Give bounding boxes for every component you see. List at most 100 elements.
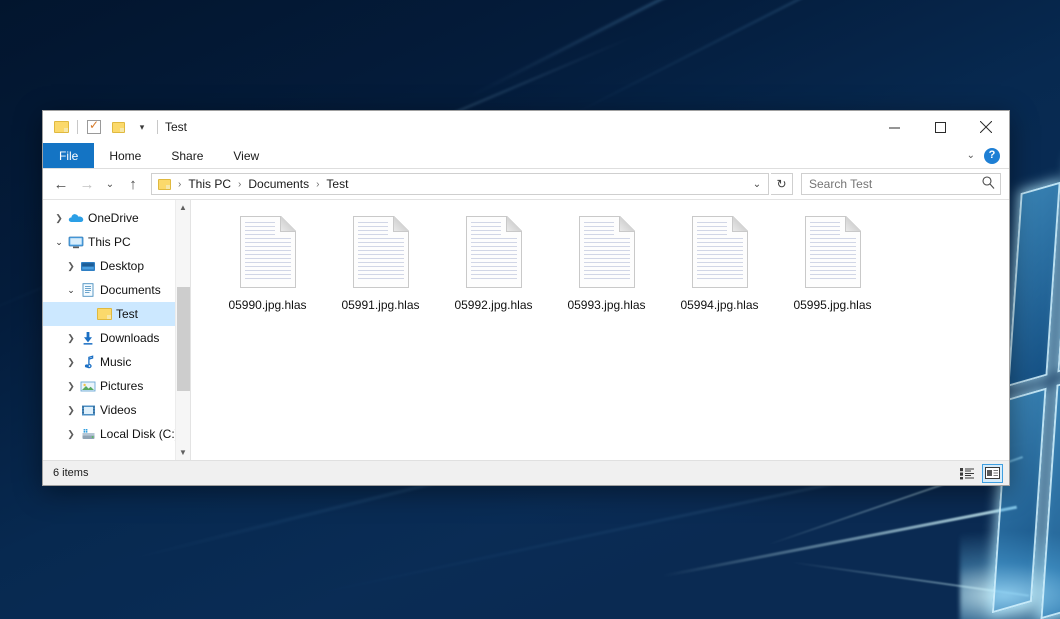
tab-home[interactable]: Home (94, 143, 156, 168)
file-explorer-window: ▾ Test File Home Share View (42, 110, 1010, 486)
chevron-down-icon[interactable]: ⌄ (63, 285, 79, 296)
file-item[interactable]: 05993.jpg.hlas (550, 214, 663, 312)
scroll-up-arrow-icon[interactable]: ▲ (176, 200, 191, 215)
sidebar-item-desktop[interactable]: ❯ Desktop (43, 254, 190, 278)
sidebar-item-label: Pictures (100, 379, 143, 393)
forward-button[interactable]: → (75, 172, 99, 196)
generic-document-icon (805, 216, 861, 288)
chevron-right-icon[interactable]: ❯ (63, 381, 79, 392)
chevron-right-icon[interactable]: ❯ (63, 261, 79, 272)
pictures-icon (79, 380, 97, 393)
help-icon[interactable]: ? (984, 148, 1000, 164)
file-item[interactable]: 05995.jpg.hlas (776, 214, 889, 312)
file-item[interactable]: 05991.jpg.hlas (324, 214, 437, 312)
breadcrumb-test[interactable]: Test (323, 177, 351, 191)
drive-icon (79, 428, 97, 441)
file-item[interactable]: 05992.jpg.hlas (437, 214, 550, 312)
chevron-down-icon[interactable]: ▾ (132, 117, 152, 137)
divider (157, 120, 158, 134)
search-box[interactable] (801, 173, 1001, 195)
new-folder-icon[interactable] (108, 117, 128, 137)
sidebar-item-documents[interactable]: ⌄ Documents (43, 278, 190, 302)
sidebar-item-test[interactable]: Test (43, 302, 190, 326)
quick-access-toolbar: ▾ (43, 111, 152, 143)
scrollbar-thumb[interactable] (177, 287, 190, 391)
music-icon (79, 355, 97, 369)
navigation-pane-scrollbar[interactable]: ▲ ▼ (175, 200, 190, 460)
file-item[interactable]: 05994.jpg.hlas (663, 214, 776, 312)
view-mode-buttons (957, 464, 1003, 483)
chevron-down-icon[interactable]: ⌄ (51, 237, 67, 248)
window-controls (871, 111, 1009, 143)
chevron-right-icon[interactable]: ❯ (51, 213, 67, 224)
sidebar-item-onedrive[interactable]: ❯ OneDrive (43, 206, 190, 230)
file-grid: 05990.jpg.hlas 05991.jpg.hlas 05992.jpg.… (211, 214, 1009, 312)
tab-file[interactable]: File (43, 143, 94, 168)
sidebar-item-label: Test (116, 307, 138, 321)
folder-icon (95, 308, 113, 320)
desktop-icon (79, 260, 97, 273)
recent-locations-button[interactable]: ⌄ (101, 172, 119, 196)
chevron-right-icon[interactable]: ❯ (63, 333, 79, 344)
properties-icon[interactable] (84, 117, 104, 137)
chevron-down-icon[interactable]: ⌄ (748, 179, 766, 190)
sidebar-item-label: OneDrive (88, 211, 139, 225)
chevron-right-icon[interactable]: ❯ (63, 357, 79, 368)
minimize-button[interactable] (871, 111, 917, 143)
videos-icon (79, 404, 97, 417)
breadcrumb-this-pc[interactable]: This PC (185, 177, 234, 191)
divider (77, 120, 78, 134)
sidebar-item-label: Local Disk (C:) (100, 427, 179, 441)
sidebar-item-this-pc[interactable]: ⌄ This PC (43, 230, 190, 254)
generic-document-icon (466, 216, 522, 288)
file-item[interactable]: 05990.jpg.hlas (211, 214, 324, 312)
sidebar-item-label: Music (100, 355, 131, 369)
scroll-down-arrow-icon[interactable]: ▼ (176, 445, 191, 460)
generic-document-icon (692, 216, 748, 288)
download-icon (79, 331, 97, 345)
file-list-view[interactable]: 05990.jpg.hlas 05991.jpg.hlas 05992.jpg.… (191, 200, 1009, 460)
close-button[interactable] (963, 111, 1009, 143)
scrollbar-track[interactable] (176, 215, 191, 445)
generic-document-icon (240, 216, 296, 288)
back-button[interactable]: ← (49, 172, 73, 196)
generic-document-icon (353, 216, 409, 288)
file-name: 05995.jpg.hlas (793, 298, 871, 312)
file-name: 05992.jpg.hlas (454, 298, 532, 312)
sidebar-item-label: Documents (100, 283, 161, 297)
sidebar-item-local-disk-c[interactable]: ❯ Local Disk (C:) (43, 422, 190, 446)
window-title: Test (165, 120, 187, 134)
sidebar-item-music[interactable]: ❯ Music (43, 350, 190, 374)
up-button[interactable]: ↑ (121, 172, 145, 196)
address-bar-row: ← → ⌄ ↑ › This PC › Documents › Test ⌄ ↻ (43, 169, 1009, 199)
navigation-pane: ❯ OneDrive ⌄ This PC ❯ (43, 200, 191, 460)
breadcrumb-separator: › (236, 179, 243, 190)
breadcrumb-documents[interactable]: Documents (245, 177, 312, 191)
file-name: 05994.jpg.hlas (680, 298, 758, 312)
chevron-right-icon[interactable]: ❯ (63, 429, 79, 440)
search-input[interactable] (809, 177, 982, 191)
tab-view[interactable]: View (218, 143, 274, 168)
desktop-wallpaper: ▾ Test File Home Share View (0, 0, 1060, 619)
chevron-right-icon[interactable]: ❯ (63, 405, 79, 416)
file-name: 05991.jpg.hlas (341, 298, 419, 312)
maximize-button[interactable] (917, 111, 963, 143)
ribbon-right-controls: ⌄ ? (967, 143, 1009, 168)
chevron-down-icon[interactable]: ⌄ (967, 150, 975, 161)
address-bar[interactable]: › This PC › Documents › Test ⌄ (151, 173, 769, 195)
details-view-button[interactable] (957, 464, 978, 483)
folder-icon[interactable] (51, 117, 71, 137)
large-icons-view-button[interactable] (982, 464, 1003, 483)
logo-pane (1007, 182, 1060, 387)
item-count-label: 6 items (53, 467, 88, 479)
sidebar-item-downloads[interactable]: ❯ Downloads (43, 326, 190, 350)
sidebar-item-pictures[interactable]: ❯ Pictures (43, 374, 190, 398)
tab-share[interactable]: Share (156, 143, 218, 168)
title-bar: ▾ Test (43, 111, 1009, 143)
search-icon[interactable] (982, 176, 995, 192)
sidebar-item-videos[interactable]: ❯ Videos (43, 398, 190, 422)
sidebar-item-label: Desktop (100, 259, 144, 273)
sidebar-item-label: Downloads (100, 331, 159, 345)
cloud-icon (67, 212, 85, 224)
refresh-button[interactable]: ↻ (771, 173, 793, 195)
